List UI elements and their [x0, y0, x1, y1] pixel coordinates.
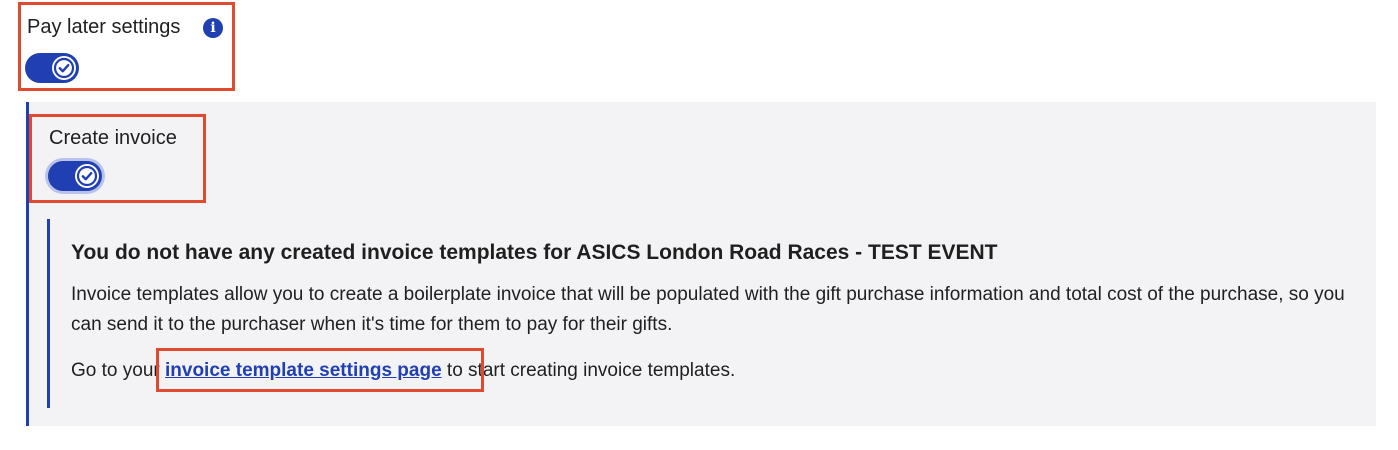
check-icon [75, 164, 99, 188]
check-icon [52, 56, 76, 80]
notice-cta: Go to your invoice template settings pag… [71, 360, 735, 382]
pay-later-toggle[interactable] [25, 53, 79, 83]
notice-body: Invoice templates allow you to create a … [71, 284, 1345, 335]
create-invoice-label: Create invoice [49, 127, 177, 149]
cta-prefix: Go to your [71, 360, 165, 381]
notice-title: You do not have any created invoice temp… [71, 241, 998, 264]
info-icon[interactable]: i [203, 18, 223, 38]
invoice-template-settings-link[interactable]: invoice template settings page [165, 360, 442, 381]
pay-later-settings-label: Pay later settings [27, 16, 181, 38]
cta-suffix: to start creating invoice templates. [441, 360, 736, 381]
create-invoice-toggle[interactable] [48, 161, 102, 191]
